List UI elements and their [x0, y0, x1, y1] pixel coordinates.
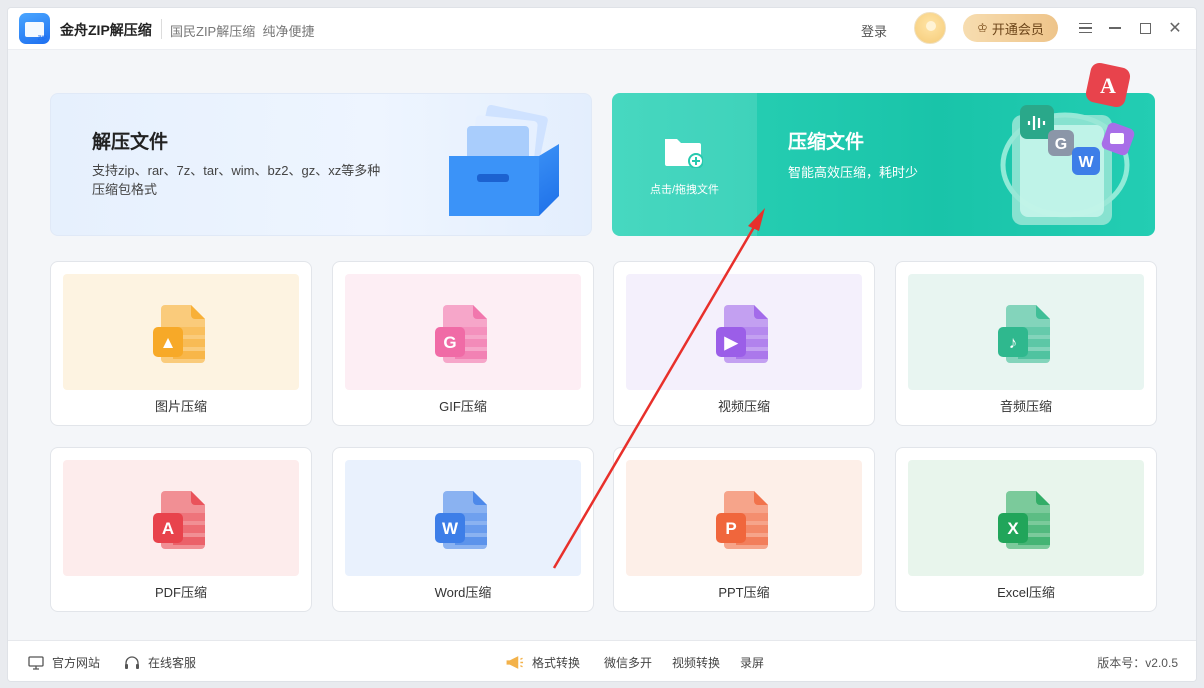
video-convert-link[interactable]: 视频转换 [672, 654, 720, 671]
add-folder-icon [665, 139, 703, 168]
card-gif-compress[interactable]: GIF压缩 G [332, 261, 594, 426]
svg-text:▲: ▲ [160, 333, 177, 352]
extract-title: 解压文件 [92, 132, 169, 153]
online-service-label: 在线客服 [148, 656, 197, 670]
card-word-compress[interactable]: Word压缩 W [332, 447, 594, 612]
card-ppt-compress[interactable]: PPT压缩 P [613, 447, 875, 612]
title-divider [161, 19, 162, 39]
wechat-multi-label: 微信多开 [604, 656, 653, 670]
card-audio-compress[interactable]: 音频压缩 ♪ [895, 261, 1157, 426]
svg-text:G: G [1055, 136, 1067, 153]
extract-desc: 支持zip、rar、7z、tar、wim、bz2、gz、xz等多种压缩包格式 [92, 163, 381, 197]
compress-illustration-icon: G W A [1000, 62, 1135, 225]
card-label: PPT压缩 [718, 585, 770, 600]
svg-text:A: A [1100, 73, 1116, 98]
gif-file-icon: G [435, 305, 487, 363]
extract-files-banner[interactable]: 解压文件 支持zip、rar、7z、tar、wim、bz2、gz、xz等多种压缩… [50, 93, 592, 236]
title-bar: 金舟ZIP解压缩 国民ZIP解压缩 纯净便捷 登录 ♔ 开通会员 ✕ [8, 8, 1196, 50]
app-logo-icon [19, 13, 50, 44]
avatar[interactable] [914, 12, 946, 44]
login-link[interactable]: 登录 [861, 21, 887, 40]
screen-record-label: 录屏 [740, 656, 765, 670]
footer-bar: 官方网站 在线客服 格式转换 微信多开 视频转换 录屏 版本号：v2.0.5 [8, 640, 1196, 681]
word-file-icon: W [435, 491, 487, 549]
vip-button[interactable]: ♔ 开通会员 [963, 14, 1058, 42]
official-website-link[interactable]: 官方网站 [28, 654, 100, 671]
menu-icon[interactable] [1074, 17, 1096, 39]
online-service-link[interactable]: 在线客服 [124, 654, 196, 671]
audio-file-icon: ♪ [998, 305, 1050, 363]
megaphone-icon [506, 656, 524, 669]
svg-text:♪: ♪ [1009, 333, 1018, 352]
video-convert-label: 视频转换 [672, 656, 721, 670]
official-website-label: 官方网站 [52, 656, 101, 670]
compress-title: 压缩文件 [788, 132, 865, 153]
svg-text:▶: ▶ [723, 333, 738, 352]
card-label: PDF压缩 [154, 585, 207, 600]
card-image-compress[interactable]: 图片压缩 ▲ [50, 261, 312, 426]
ppt-file-icon: P [716, 491, 768, 549]
crown-icon: ♔ [977, 21, 988, 35]
svg-text:W: W [1078, 154, 1094, 171]
card-pdf-compress[interactable]: PDF压缩 A [50, 447, 312, 612]
card-video-compress[interactable]: 视频压缩 ▶ [613, 261, 875, 426]
format-convert-link[interactable]: 格式转换 [504, 654, 580, 671]
drop-zone-text: 点击/拖拽文件 [649, 184, 720, 196]
screen-record-link[interactable]: 录屏 [740, 654, 764, 671]
card-label: 音频压缩 [999, 399, 1052, 414]
svg-text:P: P [725, 519, 736, 538]
svg-text:X: X [1007, 519, 1019, 538]
vip-button-label: 开通会员 [991, 21, 1044, 37]
close-icon[interactable]: ✕ [1164, 17, 1186, 39]
app-name: 金舟ZIP解压缩 [60, 22, 152, 38]
card-excel-compress[interactable]: Excel压缩 X [895, 447, 1157, 612]
format-convert-label: 格式转换 [532, 656, 581, 670]
card-label: 图片压缩 [154, 399, 207, 414]
svg-text:A: A [162, 519, 174, 538]
card-label: Excel压缩 [997, 585, 1055, 600]
version-label: 版本号：v2.0.5 [1097, 656, 1178, 670]
minimize-icon[interactable] [1104, 17, 1126, 39]
compress-desc: 智能高效压缩，耗时少 [788, 165, 919, 180]
file-drop-zone[interactable]: 点击/拖拽文件 [612, 93, 757, 236]
wechat-multi-link[interactable]: 微信多开 [604, 654, 652, 671]
card-label: 视频压缩 [717, 399, 770, 414]
maximize-icon[interactable] [1134, 17, 1156, 39]
video-file-icon: ▶ [716, 305, 768, 363]
card-label: Word压缩 [434, 585, 492, 600]
image-file-icon: ▲ [153, 305, 205, 363]
excel-file-icon: X [998, 491, 1050, 549]
card-label: GIF压缩 [439, 399, 487, 414]
svg-text:W: W [442, 519, 459, 538]
pdf-file-icon: A [153, 491, 205, 549]
file-drawer-icon [449, 104, 559, 216]
headset-icon [125, 655, 139, 669]
app-slogan: 国民ZIP解压缩 纯净便捷 [170, 24, 315, 39]
svg-text:G: G [443, 333, 456, 352]
monitor-icon [28, 655, 44, 670]
